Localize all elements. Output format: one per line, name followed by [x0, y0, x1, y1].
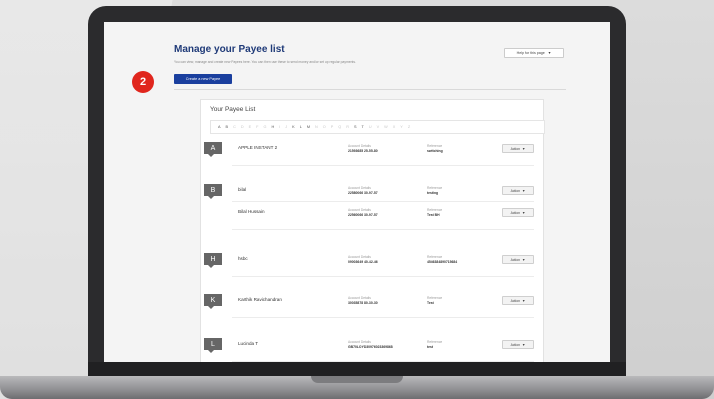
action-button[interactable]: Action ▼: [502, 296, 534, 305]
alphabet-letter-i[interactable]: I: [279, 125, 280, 129]
group-divider: [232, 317, 534, 318]
letter-tag-h: H: [204, 253, 222, 268]
reference-value: test: [427, 345, 434, 349]
action-button[interactable]: Action ▼: [502, 144, 534, 153]
payee-name: Bilal Hussain: [238, 209, 265, 214]
alphabet-letter-g[interactable]: G: [263, 125, 266, 129]
help-button-label: Help for this page: [516, 51, 545, 55]
alphabet-letter-k[interactable]: K: [292, 125, 295, 129]
payee-name: APPLE INSTANT 2: [238, 145, 278, 150]
alphabet-letter-n[interactable]: N: [315, 125, 318, 129]
step-badge: 2: [132, 71, 154, 93]
reference-value: testing: [427, 191, 439, 195]
chevron-down-icon: ▼: [522, 188, 526, 193]
account-label: Account Details: [348, 144, 371, 148]
alphabet-letter-h[interactable]: H: [271, 125, 274, 129]
payee-name: Lucinda T: [238, 341, 259, 346]
chevron-down-icon: ▼: [522, 146, 526, 151]
action-button[interactable]: Action ▼: [502, 340, 534, 349]
alphabet-letter-o[interactable]: O: [323, 125, 326, 129]
account-value: 21593685 25-55-80: [348, 149, 378, 153]
alphabet-letter-c[interactable]: C: [233, 125, 236, 129]
reference-label: Reference: [427, 296, 443, 300]
payee-list-title: Your Payee List: [210, 106, 256, 113]
alphabet-letter-p[interactable]: P: [331, 125, 334, 129]
chevron-down-icon: ▼: [547, 51, 552, 55]
account-label: Account Details: [348, 340, 371, 344]
divider: [174, 89, 566, 90]
chevron-down-icon: ▼: [522, 298, 526, 303]
payee-name: bilal: [238, 187, 247, 192]
help-button[interactable]: Help for this page ▼: [504, 48, 564, 58]
group-divider: [232, 165, 534, 166]
account-value: 30035878 80-30-30: [348, 301, 378, 305]
action-button-label: Action: [510, 298, 521, 303]
alphabet-letter-q[interactable]: Q: [338, 125, 341, 129]
alphabet-letter-s[interactable]: S: [354, 125, 357, 129]
page-title: Manage your Payee list: [174, 44, 285, 55]
alphabet-letter-j[interactable]: J: [285, 125, 287, 129]
payee-name: hsbc: [238, 256, 248, 261]
reference-label: Reference: [427, 255, 443, 259]
group-divider: [232, 361, 534, 362]
alphabet-letter-u[interactable]: U: [369, 125, 372, 129]
reference-value: Test BH: [427, 213, 440, 217]
alphabet-letter-e[interactable]: E: [249, 125, 252, 129]
laptop-notch: [311, 376, 403, 383]
account-value: 09003649 40-42-46: [348, 260, 378, 264]
alphabet-letter-a[interactable]: A: [218, 125, 221, 129]
chevron-down-icon: ▼: [522, 210, 526, 215]
row-divider: [232, 201, 534, 202]
alphabet-letter-w[interactable]: W: [384, 125, 388, 129]
laptop-screen: Manage your Payee list You can view, man…: [104, 22, 610, 362]
action-button-label: Action: [510, 146, 521, 151]
account-label: Account Details: [348, 208, 371, 212]
alphabet-letter-v[interactable]: V: [377, 125, 380, 129]
account-label: Account Details: [348, 296, 371, 300]
account-value: 22580066 30-97-57: [348, 191, 378, 195]
page-subtitle: You can view, manage and create new Paye…: [174, 60, 356, 64]
reference-label: Reference: [427, 186, 443, 190]
alphabet-letter-x[interactable]: X: [393, 125, 396, 129]
account-value: GB70LOYD30976023369868: [348, 345, 393, 349]
alphabet-letter-t[interactable]: T: [362, 125, 364, 129]
reference-label: Reference: [427, 208, 443, 212]
create-payee-button[interactable]: Create a new Payee: [174, 74, 232, 84]
alphabet-letter-m[interactable]: M: [307, 125, 310, 129]
alphabet-letter-l[interactable]: L: [300, 125, 302, 129]
alphabet-letter-b[interactable]: B: [226, 125, 229, 129]
letter-tag-k: K: [204, 294, 222, 309]
action-button-label: Action: [510, 342, 521, 347]
letter-tag-b: B: [204, 184, 222, 199]
group-divider: [232, 229, 534, 230]
account-value: 22560066 30-97-57: [348, 213, 378, 217]
alphabet-letter-z[interactable]: Z: [408, 125, 410, 129]
payee-list-card: [200, 99, 544, 362]
reference-value: switching: [427, 149, 443, 153]
reference-value: Test: [427, 301, 434, 305]
account-label: Account Details: [348, 255, 371, 259]
chevron-down-icon: ▼: [522, 342, 526, 347]
action-button[interactable]: Action ▼: [502, 186, 534, 195]
group-divider: [232, 276, 534, 277]
chevron-down-icon: ▼: [522, 257, 526, 262]
action-button-label: Action: [510, 188, 521, 193]
reference-value: 4546384890715684: [427, 260, 458, 264]
alphabet-filter: A BC D EF G H I J K L M N O PQ R S T U VW XY Z: [210, 120, 545, 134]
action-button-label: Action: [510, 210, 521, 215]
action-button[interactable]: Action ▼: [502, 208, 534, 217]
action-button-label: Action: [510, 257, 521, 262]
action-button[interactable]: Action ▼: [502, 255, 534, 264]
alphabet-letter-r[interactable]: R: [346, 125, 349, 129]
alphabet-letter-d[interactable]: D: [241, 125, 244, 129]
reference-label: Reference: [427, 340, 443, 344]
alphabet-letter-f[interactable]: F: [256, 125, 258, 129]
reference-label: Reference: [427, 144, 443, 148]
letter-tag-a: A: [204, 142, 222, 157]
payee-name: Karthik Ravichandran: [238, 297, 282, 302]
letter-tag-l: L: [204, 338, 222, 353]
alphabet-letter-y[interactable]: Y: [400, 125, 403, 129]
account-label: Account Details: [348, 186, 371, 190]
